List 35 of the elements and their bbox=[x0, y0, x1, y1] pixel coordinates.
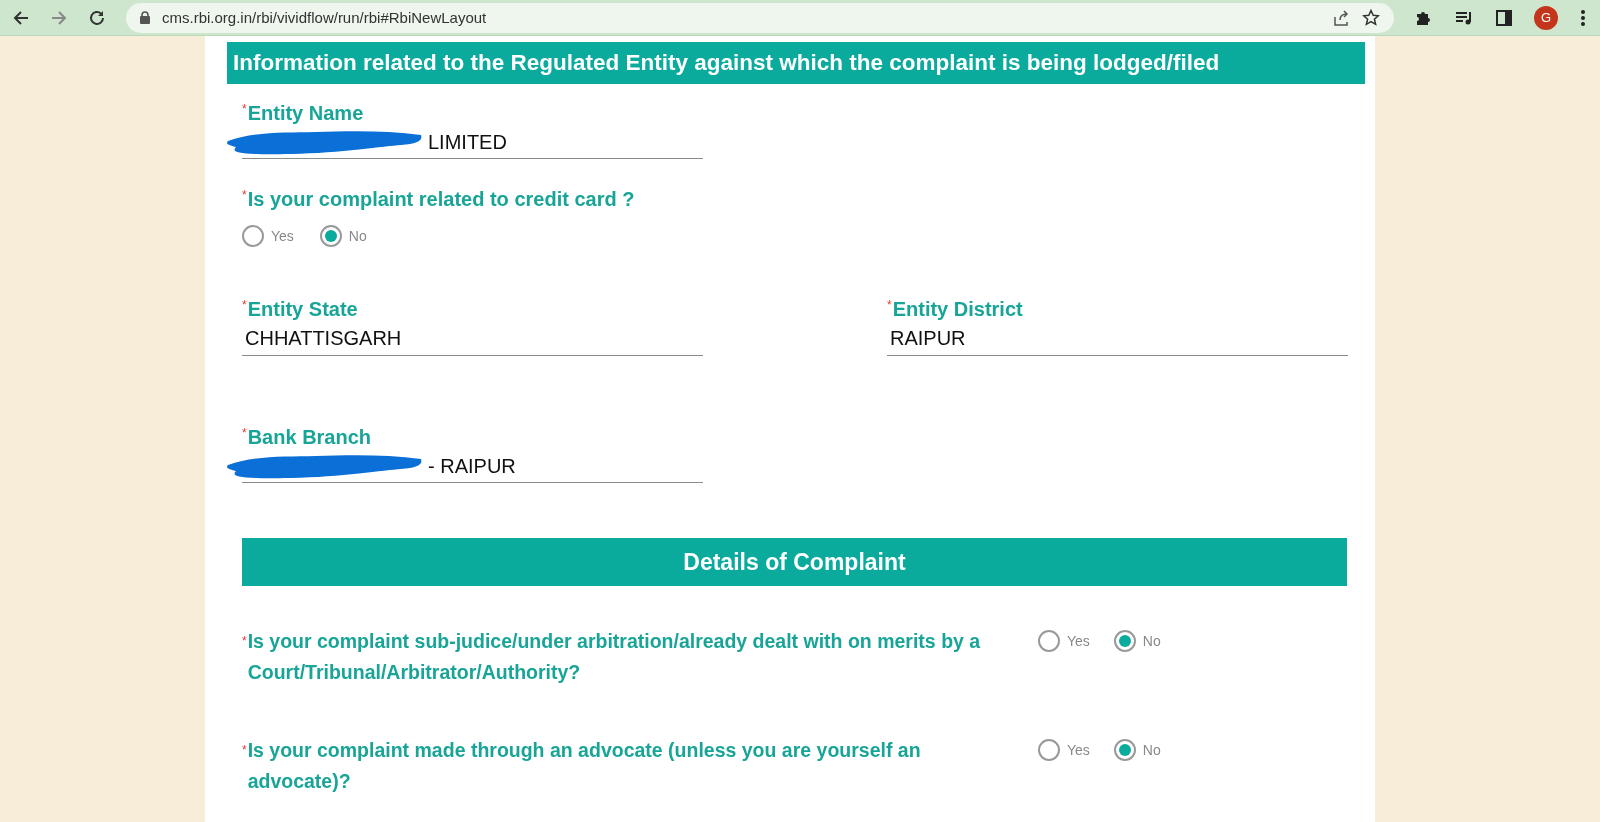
field-label: Is your complaint related to credit card ? bbox=[247, 188, 635, 211]
forward-icon[interactable] bbox=[50, 8, 68, 27]
url-text: cms.rbi.org.in/rbi/vividflow/run/rbi#RbiNewLayout bbox=[162, 9, 488, 26]
field-label: Entity Name bbox=[247, 102, 364, 125]
radio-option[interactable]: Yes bbox=[1038, 630, 1090, 652]
more-menu-icon[interactable] bbox=[1580, 8, 1586, 27]
bookmark-star-icon[interactable] bbox=[1362, 8, 1380, 27]
required-mark: * bbox=[242, 426, 247, 442]
radio-option[interactable]: No bbox=[319, 225, 367, 247]
field-label: Entity District bbox=[892, 298, 1023, 321]
side-panel-icon[interactable] bbox=[1496, 9, 1512, 26]
question-text: Is your complaint made through an advocate (unless you are yourself an advocate)? bbox=[247, 738, 922, 794]
required-mark: * bbox=[242, 298, 247, 314]
radio-option[interactable]: No bbox=[1113, 630, 1161, 652]
section-header: Information related to the Regulated Entity against which the complaint is being lodged/filed bbox=[227, 42, 1365, 84]
address-bar[interactable]: cms.rbi.org.in/rbi/vividflow/run/rbi#RbiNewLayout bbox=[126, 2, 1394, 33]
required-mark: * bbox=[242, 102, 247, 118]
lock-icon[interactable] bbox=[140, 11, 150, 24]
radio-option[interactable]: Yes bbox=[242, 225, 294, 247]
share-icon[interactable] bbox=[1332, 8, 1350, 27]
required-mark: * bbox=[887, 298, 892, 314]
required-mark: * bbox=[242, 188, 247, 204]
radio-option[interactable]: No bbox=[1113, 739, 1161, 761]
field-label: Bank Branch bbox=[247, 426, 372, 449]
reload-icon[interactable] bbox=[88, 8, 106, 27]
field-label: Entity State bbox=[247, 298, 358, 321]
input-field[interactable]: RAIPUR bbox=[887, 321, 1348, 356]
required-mark: * bbox=[242, 633, 247, 650]
section-header: Details of Complaint bbox=[242, 538, 1347, 586]
question-text: Is your complaint sub-judice/under arbitration/already dealt with on merits by a Court/Tribunal/Arbitrator/Authority? bbox=[247, 629, 982, 685]
input-field[interactable]: CHHATTISGARH bbox=[242, 321, 703, 356]
profile-avatar[interactable]: G bbox=[1534, 5, 1558, 30]
required-mark: * bbox=[242, 742, 247, 759]
back-icon[interactable] bbox=[12, 8, 30, 27]
radio-option[interactable]: Yes bbox=[1038, 739, 1090, 761]
